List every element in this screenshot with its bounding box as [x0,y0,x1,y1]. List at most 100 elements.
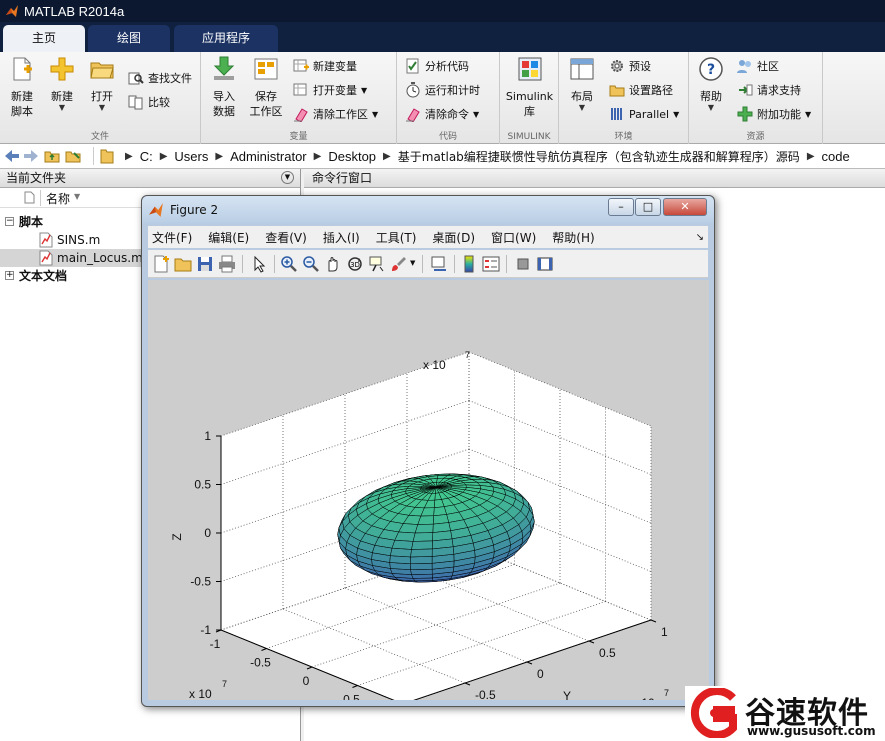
show-plot-tools-icon[interactable] [536,255,554,273]
figure-plot-area[interactable]: -1-0.500.51-1-0.500.5110.50-0.5-1 ZXYx 1… [148,280,709,725]
watermark: 谷速软件 www.gususoft.com [685,686,885,741]
tick-label-x: 0.5 [343,693,360,701]
pointer-icon[interactable] [250,255,268,273]
analyze-code-button[interactable]: 分析代码 [405,56,469,76]
help-button[interactable]: ? 帮助 ▼ [695,56,727,112]
z-axis-label: Z [170,533,184,540]
clear-commands-button[interactable]: 清除命令 ▼ [405,104,479,124]
panel-actions-icon[interactable]: ▼ [281,171,294,184]
compare-button[interactable]: 比较 [128,92,170,112]
find-files-icon [128,72,144,85]
tick-mark-y [650,619,657,623]
new-script-button[interactable]: 新建 脚本 [5,56,39,119]
import-data-button[interactable]: 导入 数据 [207,56,241,119]
parallel-icon [611,108,622,120]
save-icon[interactable] [196,255,214,273]
menu-edit[interactable]: 编辑(E) [208,229,249,246]
zoom-out-icon[interactable] [302,255,320,273]
rotate-3d-icon[interactable]: 3D [346,255,364,273]
chevron-down-icon: ▼ [707,103,715,112]
save-workspace-icon [254,58,278,80]
new-figure-icon[interactable] [152,255,170,273]
find-files-button[interactable]: 查找文件 [128,68,192,88]
axes-3d[interactable]: -1-0.500.51-1-0.500.5110.50-0.5-1 ZXYx 1… [148,280,709,725]
ribbon-group-resources: ? 帮助 ▼ 社区 请求支持 附加功能 ▼ 资源 [689,52,823,144]
breadcrumb-item[interactable]: Administrator [230,149,307,164]
request-support-button[interactable]: 请求支持 [737,80,801,100]
y-axis-label: Y [563,689,571,700]
layout-button[interactable]: 布局 ▼ [565,56,599,112]
maximize-button[interactable]: □ [635,198,661,216]
print-icon[interactable] [218,255,236,273]
link-plot-icon[interactable] [430,255,448,273]
collapse-icon[interactable]: − [5,217,14,226]
legend-icon[interactable] [482,255,500,273]
breadcrumb-separator: ▶ [159,150,168,162]
ribbon-group-environment: 布局 ▼ 预设 设置路径 Parallel ▼ 环境 [559,52,689,144]
breadcrumb-item[interactable]: Desktop [328,149,376,164]
hide-plot-tools-icon[interactable] [514,255,532,273]
back-arrow-icon[interactable] [4,149,20,163]
preferences-button[interactable]: 预设 [609,56,651,76]
tab-apps[interactable]: 应用程序 [174,25,278,52]
request-support-icon [739,84,753,96]
breadcrumb-item[interactable]: C: [140,149,153,164]
run-and-time-button[interactable]: 运行和计时 [405,80,480,100]
zoom-in-icon[interactable] [280,255,298,273]
data-cursor-icon[interactable] [368,255,386,273]
open-file-icon[interactable] [174,255,192,273]
z-scale-label: x 10 [423,358,446,372]
ribbon-group-simulink: Simulink 库 SIMULINK [500,52,559,144]
compare-icon [128,95,143,110]
new-variable-icon [293,59,309,72]
simulink-library-button[interactable]: Simulink 库 [503,56,556,119]
forward-arrow-icon[interactable] [23,149,39,163]
svg-text:?: ? [707,62,715,78]
chevron-down-icon: ▼ [805,109,812,119]
close-button[interactable]: ✕ [663,198,707,216]
browse-folder-icon[interactable] [65,149,81,163]
menu-desktop[interactable]: 桌面(D) [432,229,475,246]
breadcrumb-item[interactable]: code [822,149,850,164]
up-folder-icon[interactable] [44,149,60,163]
chevron-down-icon[interactable]: ▼ [410,259,415,267]
plus-icon [50,57,74,81]
save-workspace-button[interactable]: 保存 工作区 [246,56,286,119]
menu-file[interactable]: 文件(F) [152,229,192,246]
colorbar-icon[interactable] [460,255,478,273]
menu-tools[interactable]: 工具(T) [376,229,417,246]
chevron-down-icon: ▼ [58,103,66,112]
dock-arrow-icon[interactable]: ↘ [696,232,704,243]
parallel-button[interactable]: Parallel ▼ [609,104,679,124]
pan-icon[interactable] [324,255,342,273]
brand-url: www.gususoft.com [747,724,876,738]
surface-patch [412,532,434,542]
minimize-button[interactable]: – [608,198,634,216]
open-button[interactable]: 打开 ▼ [86,56,118,112]
open-variable-button[interactable]: 打开变量 ▼ [293,80,367,100]
add-ons-button[interactable]: 附加功能 ▼ [737,104,811,124]
community-button[interactable]: 社区 [737,56,779,76]
brush-icon[interactable] [390,255,408,273]
menu-window[interactable]: 窗口(W) [491,229,536,246]
menu-insert[interactable]: 插入(I) [323,229,360,246]
new-button[interactable]: 新建 ▼ [46,56,78,112]
tab-home[interactable]: 主页 [3,25,85,52]
clear-workspace-button[interactable]: 清除工作区 ▼ [293,104,378,124]
set-path-button[interactable]: 设置路径 [609,80,673,100]
sort-icon[interactable]: ▼ [74,192,80,201]
gear-icon [611,60,623,72]
breadcrumb-item[interactable]: Users [174,149,208,164]
menu-help[interactable]: 帮助(H) [552,229,594,246]
new-variable-button[interactable]: 新建变量 [293,56,357,76]
figure-title-bar[interactable]: Figure 2 – □ ✕ [142,196,714,224]
expand-icon[interactable]: + [5,271,14,280]
chevron-down-icon: ▼ [673,109,680,119]
x-axis-label: X [273,698,281,700]
breadcrumb-item[interactable]: 基于matlab编程捷联惯性导航仿真程序（包含轨迹生成器和解算程序）源码 [398,148,800,165]
menu-view[interactable]: 查看(V) [265,229,307,246]
column-name[interactable]: 名称 [46,190,70,207]
folder-icon [100,149,114,164]
tick-label-z: -0.5 [190,575,211,589]
tab-plots[interactable]: 绘图 [88,25,170,52]
